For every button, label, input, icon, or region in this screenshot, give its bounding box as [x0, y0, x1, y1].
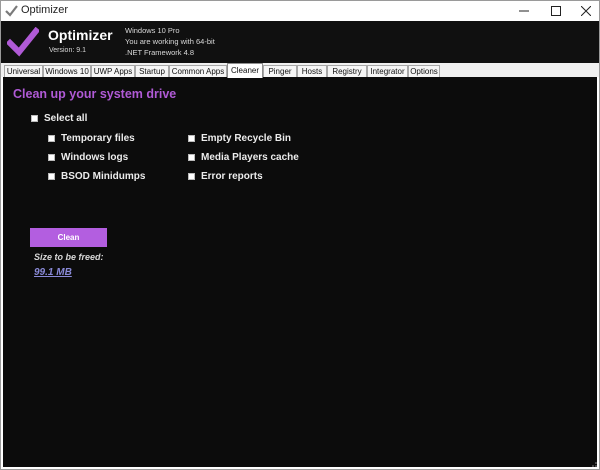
tab-windows-10[interactable]: Windows 10: [43, 65, 91, 77]
windows-logs-label: Windows logs: [61, 152, 129, 163]
resize-grip-icon[interactable]: [589, 459, 597, 467]
maximize-button[interactable]: [541, 1, 571, 21]
logo-check-icon: [7, 27, 39, 57]
error-reports-label: Error reports: [201, 171, 263, 182]
framework-label: .NET Framework 4.8: [125, 48, 195, 57]
section-title: Clean up your system drive: [13, 87, 177, 101]
tab-startup[interactable]: Startup: [135, 65, 169, 77]
clean-button[interactable]: Clean: [30, 228, 107, 247]
tab-options[interactable]: Options: [408, 65, 440, 77]
bsod-minidumps-checkbox[interactable]: BSOD Minidumps: [48, 171, 145, 182]
empty-recycle-bin-label: Empty Recycle Bin: [201, 133, 292, 144]
tab-cleaner[interactable]: Cleaner: [227, 63, 263, 78]
select-all-checkbox[interactable]: Select all: [31, 113, 87, 124]
size-to-be-freed-value[interactable]: 99.1 MB: [34, 267, 72, 278]
checkbox-box[interactable]: [48, 135, 55, 142]
checkbox-box[interactable]: [188, 135, 195, 142]
title-bar[interactable]: Optimizer: [1, 1, 599, 21]
empty-recycle-bin-checkbox[interactable]: Empty Recycle Bin: [188, 133, 291, 144]
checkbox-box[interactable]: [48, 173, 55, 180]
select-all-label: Select all: [44, 113, 88, 124]
checkbox-box[interactable]: [188, 173, 195, 180]
maximize-icon: [551, 6, 561, 16]
optimizer-window: Optimizer Optimizer Version: 9.1 Windows…: [0, 0, 600, 470]
checkbox-box[interactable]: [188, 154, 195, 161]
close-button[interactable]: [571, 1, 600, 21]
error-reports-checkbox[interactable]: Error reports: [188, 171, 263, 182]
app-check-icon: [5, 5, 18, 17]
size-to-be-freed-label: Size to be freed:: [34, 252, 104, 262]
tab-hosts[interactable]: Hosts: [297, 65, 327, 77]
tab-uwp-apps[interactable]: UWP Apps: [91, 65, 135, 77]
close-icon: [581, 6, 591, 16]
windows-logs-checkbox[interactable]: Windows logs: [48, 152, 128, 163]
checkbox-box[interactable]: [48, 154, 55, 161]
tab-strip: Universal Windows 10 UWP Apps Startup Co…: [1, 63, 599, 78]
media-players-cache-checkbox[interactable]: Media Players cache: [188, 152, 299, 163]
tab-universal[interactable]: Universal: [4, 65, 43, 77]
media-players-cache-label: Media Players cache: [201, 152, 299, 163]
app-name: Optimizer: [48, 27, 113, 43]
cleaner-panel: Clean up your system drive Select all Te…: [3, 77, 597, 467]
temporary-files-checkbox[interactable]: Temporary files: [48, 133, 135, 144]
tab-pinger[interactable]: Pinger: [263, 65, 297, 77]
checkbox-box[interactable]: [31, 115, 38, 122]
minimize-icon: [519, 10, 529, 12]
arch-label: You are working with 64-bit: [125, 37, 215, 46]
tab-integrator[interactable]: Integrator: [367, 65, 408, 77]
os-label: Windows 10 Pro: [125, 26, 180, 35]
bsod-minidumps-label: BSOD Minidumps: [61, 171, 146, 182]
app-version: Version: 9.1: [49, 47, 86, 54]
window-title: Optimizer: [21, 4, 69, 16]
tab-common-apps[interactable]: Common Apps: [169, 65, 227, 77]
tab-registry[interactable]: Registry: [327, 65, 367, 77]
app-header: Optimizer Version: 9.1 Windows 10 Pro Yo…: [1, 21, 599, 63]
system-info: Windows 10 Pro You are working with 64-b…: [125, 25, 215, 58]
minimize-button[interactable]: [509, 1, 539, 21]
temporary-files-label: Temporary files: [61, 133, 135, 144]
